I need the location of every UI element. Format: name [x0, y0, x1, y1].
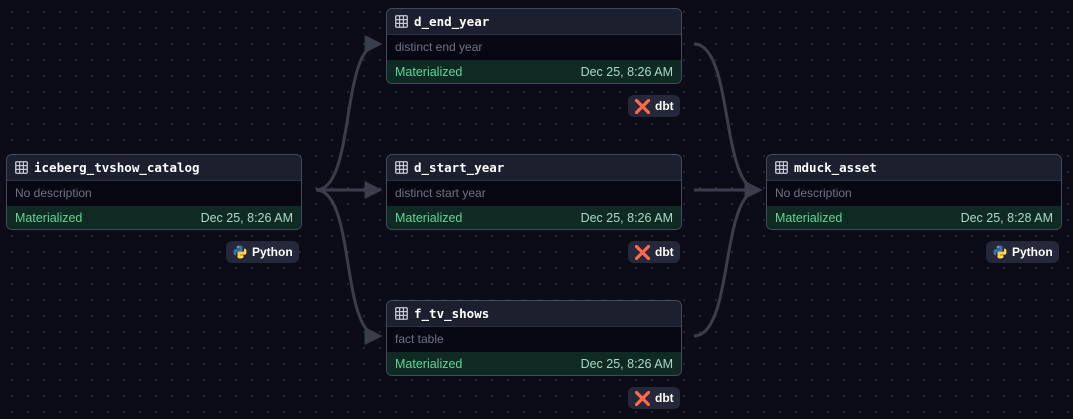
badge-label: Python	[1012, 245, 1053, 259]
edge-iceberg-to-f-tv-shows	[315, 188, 383, 345]
asset-node-header: iceberg_tvshow_catalog	[7, 155, 301, 181]
badge-label: dbt	[655, 99, 674, 113]
edge-f-tv-shows-to-mduck	[693, 181, 763, 338]
python-icon	[993, 245, 1007, 259]
asset-name[interactable]: d_end_year	[414, 14, 489, 29]
compute-kind-badge-dbt: dbt	[628, 95, 680, 117]
asset-description: No description	[767, 181, 1061, 206]
table-icon	[395, 307, 408, 320]
badge-label: dbt	[655, 391, 674, 405]
asset-description: fact table	[387, 327, 681, 352]
status-label: Materialized	[395, 357, 463, 371]
dbt-icon	[635, 98, 650, 114]
dbt-icon	[635, 244, 650, 260]
asset-description: distinct start year	[387, 181, 681, 206]
asset-node-d-start-year[interactable]: d_start_year distinct start year Materia…	[386, 154, 682, 230]
status-timestamp[interactable]: Dec 25, 8:26 AM	[201, 211, 293, 225]
compute-kind-badge-dbt: dbt	[628, 241, 680, 263]
status-label: Materialized	[775, 211, 843, 225]
asset-name[interactable]: iceberg_tvshow_catalog	[34, 160, 200, 175]
asset-status-row: Materialized Dec 25, 8:26 AM	[387, 60, 681, 83]
asset-status-row: Materialized Dec 25, 8:26 AM	[387, 206, 681, 229]
asset-name[interactable]: d_start_year	[414, 160, 504, 175]
status-label: Materialized	[15, 211, 83, 225]
asset-status-row: Materialized Dec 25, 8:26 AM	[387, 352, 681, 375]
asset-name[interactable]: mduck_asset	[794, 160, 877, 175]
asset-status-row: Materialized Dec 25, 8:28 AM	[767, 206, 1061, 229]
asset-node-header: f_tv_shows	[387, 301, 681, 327]
status-label: Materialized	[395, 211, 463, 225]
edge-d-end-year-to-mduck	[693, 42, 763, 199]
compute-kind-badge-python: Python	[986, 241, 1059, 263]
table-icon	[15, 161, 28, 174]
python-icon	[233, 245, 247, 259]
badge-label: dbt	[655, 245, 674, 259]
status-timestamp[interactable]: Dec 25, 8:26 AM	[581, 211, 673, 225]
table-icon	[395, 15, 408, 28]
asset-node-mduck-asset[interactable]: mduck_asset No description Materialized …	[766, 154, 1062, 230]
asset-node-d-end-year[interactable]: d_end_year distinct end year Materialize…	[386, 8, 682, 84]
table-icon	[775, 161, 788, 174]
status-timestamp[interactable]: Dec 25, 8:28 AM	[961, 211, 1053, 225]
compute-kind-badge-python: Python	[226, 241, 299, 263]
asset-node-header: d_end_year	[387, 9, 681, 35]
asset-status-row: Materialized Dec 25, 8:26 AM	[7, 206, 301, 229]
status-label: Materialized	[395, 65, 463, 79]
table-icon	[395, 161, 408, 174]
asset-node-header: mduck_asset	[767, 155, 1061, 181]
status-timestamp[interactable]: Dec 25, 8:26 AM	[581, 357, 673, 371]
asset-node-header: d_start_year	[387, 155, 681, 181]
asset-name[interactable]: f_tv_shows	[414, 306, 489, 321]
status-timestamp[interactable]: Dec 25, 8:26 AM	[581, 65, 673, 79]
compute-kind-badge-dbt: dbt	[628, 387, 680, 409]
asset-node-f-tv-shows[interactable]: f_tv_shows fact table Materialized Dec 2…	[386, 300, 682, 376]
asset-description: No description	[7, 181, 301, 206]
asset-node-iceberg-tvshow-catalog[interactable]: iceberg_tvshow_catalog No description Ma…	[6, 154, 302, 230]
badge-label: Python	[252, 245, 293, 259]
dbt-icon	[635, 390, 650, 406]
edge-iceberg-to-d-end-year	[315, 35, 383, 192]
asset-description: distinct end year	[387, 35, 681, 60]
